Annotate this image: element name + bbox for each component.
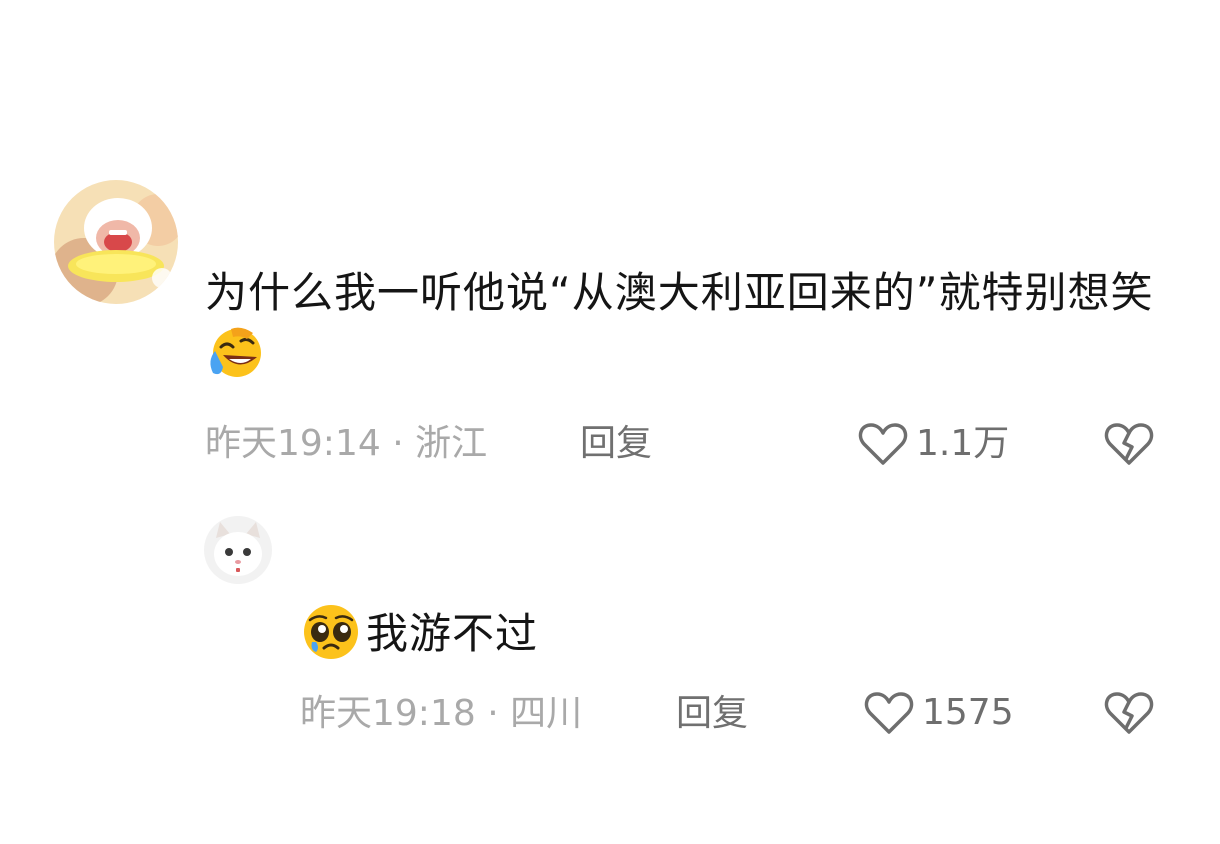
comment-text-2: 我游不过 xyxy=(300,602,1160,677)
reply-button-2[interactable]: 回复 xyxy=(676,692,748,736)
meta-separator: · xyxy=(380,423,416,464)
comment-text-1: 为什么我一听他说“从澳大利亚回来的”就特别想笑 xyxy=(205,262,1165,396)
comment-text-1-content: 为什么我一听他说“从澳大利亚回来的”就特别想笑 xyxy=(205,268,1154,317)
avatar-comment-2[interactable] xyxy=(204,516,272,584)
broken-heart-icon xyxy=(1104,692,1154,734)
meta-separator: · xyxy=(475,693,511,734)
comment-time-2: 昨天19:18 xyxy=(300,693,476,734)
broken-heart-icon xyxy=(1104,423,1154,465)
like-button-2[interactable]: 1575 xyxy=(864,688,1014,738)
comment-meta-1: 昨天19:14 · 浙江 xyxy=(205,422,487,466)
heart-outline-icon xyxy=(858,423,908,465)
heart-outline-icon xyxy=(864,692,914,734)
comment-meta-2: 昨天19:18 · 四川 xyxy=(300,692,582,736)
pleading-face-icon xyxy=(300,602,362,677)
like-button-1[interactable]: 1.1万 xyxy=(858,419,1009,469)
dislike-button-2[interactable] xyxy=(1104,690,1154,740)
comment-time-1: 昨天19:14 xyxy=(205,423,381,464)
comment-location-2: 四川 xyxy=(510,693,583,734)
reply-button-1[interactable]: 回复 xyxy=(580,422,652,466)
rolling-on-floor-laughing-icon xyxy=(205,327,265,396)
comment-text-2-content: 我游不过 xyxy=(366,609,539,658)
dislike-button-1[interactable] xyxy=(1104,421,1154,471)
avatar-comment-1[interactable] xyxy=(54,180,178,304)
comment-location-1: 浙江 xyxy=(415,423,488,464)
like-count-1: 1.1万 xyxy=(916,423,1010,464)
like-count-2: 1575 xyxy=(922,692,1014,733)
